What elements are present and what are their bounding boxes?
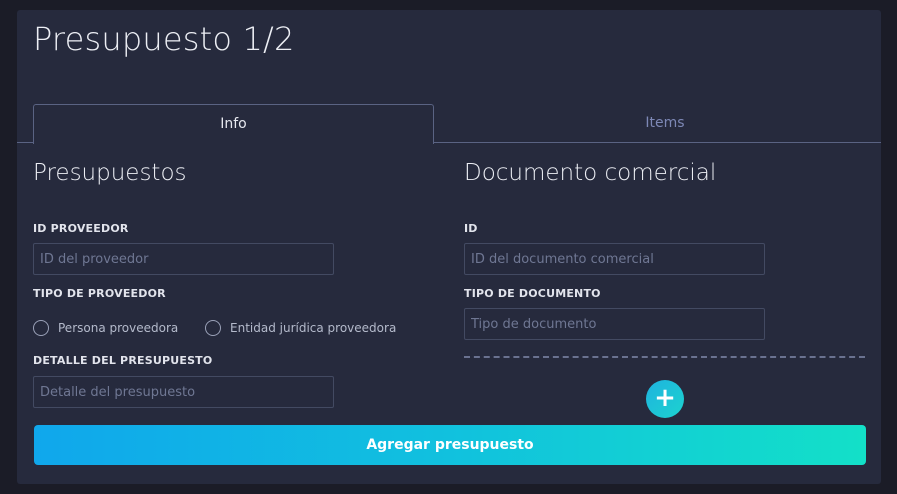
document-id-input[interactable] (464, 243, 765, 275)
radio-entidad-juridica[interactable]: Entidad jurídica proveedora (205, 320, 396, 336)
add-budget-button[interactable]: Agregar presupuesto (34, 425, 866, 465)
dashed-divider (464, 356, 865, 358)
budget-detail-input[interactable] (33, 376, 334, 408)
tab-info[interactable]: Info (33, 104, 434, 144)
tab-items[interactable]: Items (434, 104, 896, 142)
document-type-label: TIPO DE DOCUMENTO (464, 287, 601, 300)
radio-label: Entidad jurídica proveedora (230, 321, 397, 335)
document-type-input[interactable] (464, 308, 765, 340)
document-id-label: ID (464, 222, 478, 235)
section-title-presupuestos: Presupuestos (33, 160, 187, 186)
radio-persona-proveedora[interactable]: Persona proveedora (33, 320, 178, 336)
tab-bar: Info Items (17, 104, 881, 144)
budget-card: Presupuesto 1/2 Info Items Presupuestos … (17, 10, 881, 484)
provider-type-label: TIPO DE PROVEEDOR (33, 287, 166, 300)
radio-circle-icon[interactable] (33, 320, 49, 336)
budget-detail-label: DETALLE DEL PRESUPUESTO (33, 354, 213, 367)
page-title: Presupuesto 1/2 (33, 20, 295, 58)
provider-id-label: ID PROVEEDOR (33, 222, 129, 235)
radio-circle-icon[interactable] (205, 320, 221, 336)
section-title-documento: Documento comercial (464, 160, 717, 186)
radio-label: Persona proveedora (58, 321, 179, 335)
plus-icon: + (654, 383, 676, 413)
provider-id-input[interactable] (33, 243, 334, 275)
add-document-button[interactable]: + (646, 380, 684, 418)
